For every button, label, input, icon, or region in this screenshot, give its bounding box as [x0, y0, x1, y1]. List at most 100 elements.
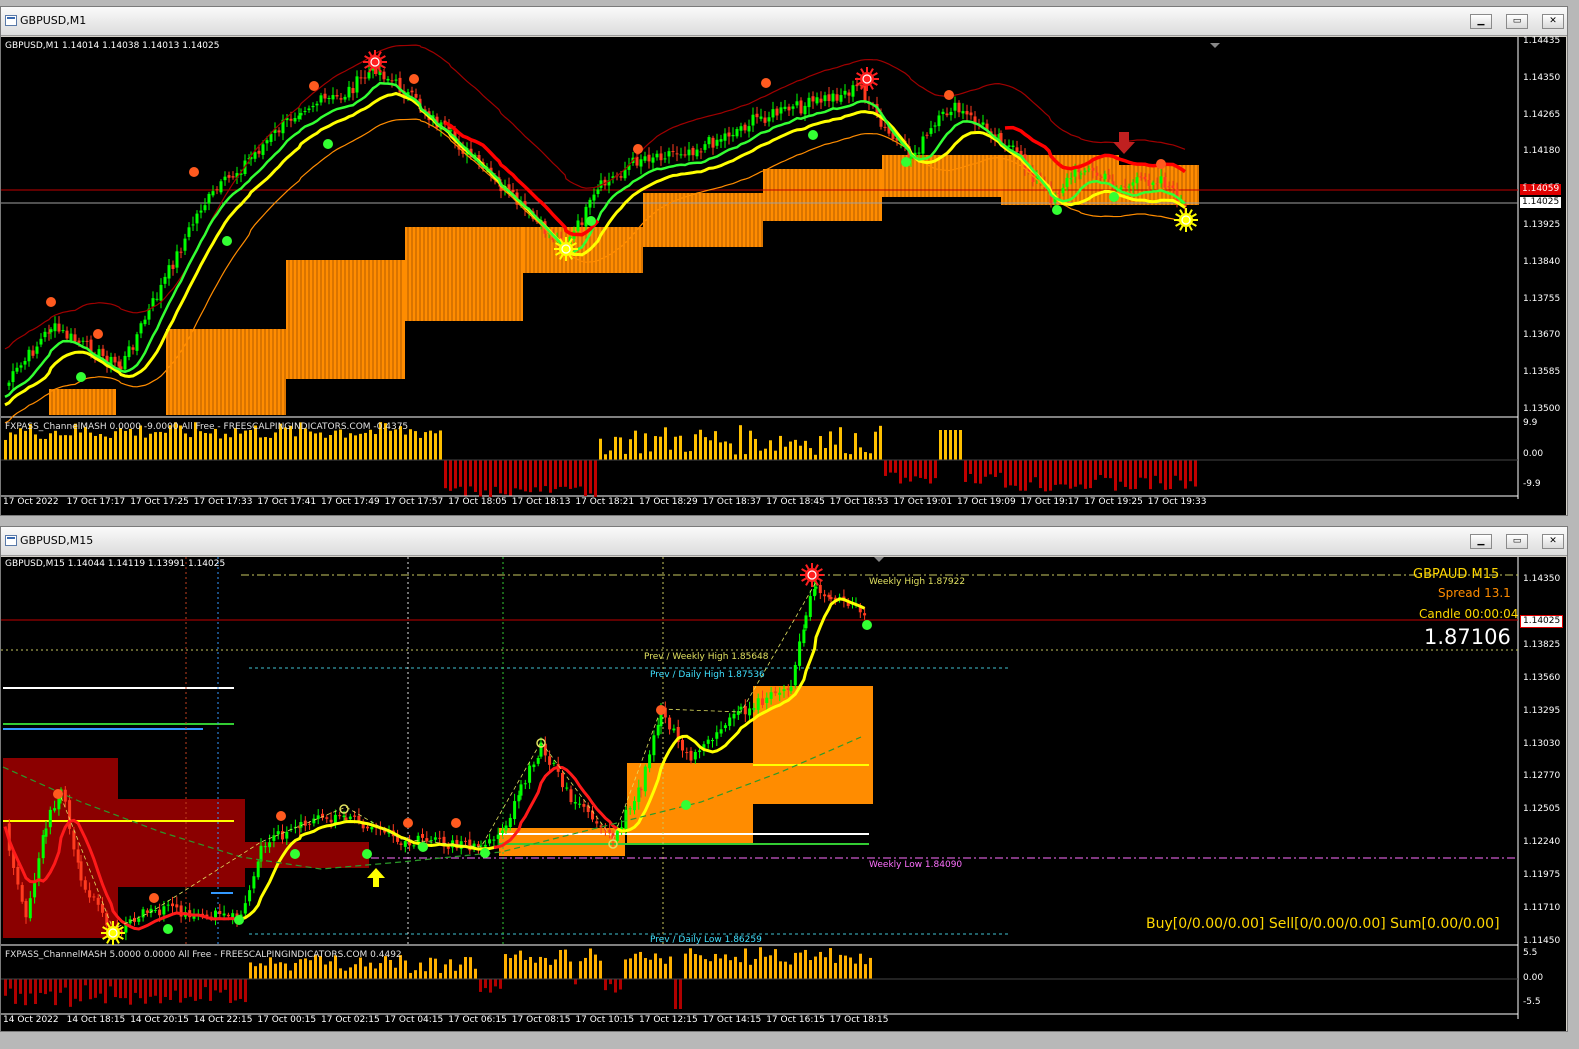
indicator-bar — [654, 436, 657, 460]
candle — [120, 930, 124, 932]
indicator-bar — [489, 460, 492, 497]
candle — [687, 149, 691, 156]
close-button[interactable]: ✕ — [1542, 534, 1564, 549]
time-axis-label: 17 Oct 18:13 — [511, 497, 571, 507]
candle — [299, 112, 303, 116]
candle — [949, 111, 953, 116]
time-axis-label: 17 Oct 18:29 — [639, 497, 698, 507]
indicator-bar — [844, 453, 847, 460]
indicator-bar — [1114, 460, 1117, 491]
indicator-bar — [64, 435, 67, 460]
indicator-bar — [1184, 460, 1187, 489]
indicator-bar — [549, 460, 552, 493]
swing-high-dot — [309, 81, 319, 91]
price-chart-m15[interactable]: GBPUSD,M15 1.14044 1.14119 1.13991 1.140… — [1, 557, 1566, 1031]
candle — [57, 323, 61, 332]
time-axis-label: 17 Oct 14:15 — [702, 1015, 762, 1025]
indicator-bar — [249, 962, 252, 979]
candle — [162, 906, 166, 915]
price-chart-m1[interactable]: GBPUSD,M1 1.14014 1.14038 1.14013 1.1402… — [1, 36, 1566, 515]
candle — [1139, 176, 1143, 178]
indicator-bar — [814, 956, 817, 979]
candle — [253, 152, 257, 159]
chart-window-m15[interactable]: GBPUSD,M15 ▁ ▭ ✕ GBPUSD,M15 1.14044 1.14… — [0, 526, 1568, 1032]
indicator-bar — [464, 460, 467, 496]
sell-arrow-icon — [1113, 132, 1135, 154]
swing-high-dot — [451, 818, 461, 828]
indicator-bar — [884, 460, 887, 476]
indicator-bar — [789, 964, 792, 979]
indicator-bar — [259, 963, 262, 979]
indicator-bar — [49, 433, 52, 460]
indicator-bar — [84, 979, 87, 986]
candle — [131, 347, 135, 350]
indicator-bar — [579, 961, 582, 979]
indicator-bar — [164, 979, 167, 997]
swing-low-dot — [586, 216, 596, 226]
swing-high-dot — [761, 78, 771, 88]
price-tag-red: 1.14059 — [1520, 184, 1562, 195]
indicator-bar — [129, 979, 132, 1005]
window-titlebar[interactable]: GBPUSD,M1 ▁ ▭ ✕ — [1, 7, 1567, 36]
minimize-button[interactable]: ▁ — [1470, 534, 1492, 549]
indicator-bar — [159, 979, 162, 1004]
price-axis-label: 1.13670 — [1523, 330, 1561, 341]
candle — [829, 597, 833, 600]
indicator-bar — [1149, 460, 1152, 490]
candle — [327, 98, 331, 100]
indicator-bar — [369, 429, 372, 460]
candle — [765, 697, 769, 704]
indicator-bar — [644, 958, 647, 979]
candle — [703, 144, 707, 150]
restore-button[interactable]: ▭ — [1506, 14, 1528, 29]
candle — [348, 816, 352, 820]
time-axis-label: 17 Oct 02:15 — [321, 1015, 380, 1025]
chart-window-m1[interactable]: GBPUSD,M1 ▁ ▭ ✕ GBPUSD,M1 1.14014 1.1403… — [0, 6, 1568, 516]
indicator-bar — [144, 437, 147, 460]
time-axis-label: 17 Oct 18:05 — [448, 497, 507, 507]
indicator-bar — [704, 437, 707, 460]
indicator-bar — [529, 460, 532, 493]
candle — [811, 96, 815, 102]
candle — [492, 839, 496, 841]
indicator-bar — [589, 948, 592, 979]
candle — [808, 596, 812, 617]
indicator-bar — [674, 436, 677, 460]
indicator-bar — [619, 979, 622, 990]
window-titlebar[interactable]: GBPUSD,M15 ▁ ▭ ✕ — [1, 527, 1567, 556]
time-axis-label: 17 Oct 04:15 — [384, 1015, 444, 1025]
candle — [580, 222, 584, 225]
restore-button[interactable]: ▭ — [1506, 534, 1528, 549]
candle — [312, 818, 316, 824]
candle — [359, 77, 363, 79]
close-button[interactable]: ✕ — [1542, 14, 1564, 29]
candle — [53, 808, 57, 811]
candle — [353, 815, 357, 817]
indicator-bar — [669, 449, 672, 460]
indicator-bar — [1094, 460, 1097, 480]
candle — [945, 113, 949, 116]
indicator-bar — [1104, 460, 1107, 478]
cloud-block — [643, 193, 763, 247]
candle — [464, 840, 467, 842]
candle — [153, 910, 157, 912]
candle — [163, 276, 167, 284]
indicator-bar — [429, 430, 432, 460]
indicator-bar — [444, 964, 447, 979]
indicator-bar — [179, 979, 182, 1003]
candle — [715, 732, 719, 739]
candle — [802, 629, 806, 644]
indicator-bar — [469, 460, 472, 487]
indicator-bar — [264, 965, 267, 979]
indicator-bar — [29, 979, 32, 994]
price-axis-label: 1.12770 — [1523, 771, 1561, 782]
indicator-bar — [519, 950, 522, 979]
candle — [695, 149, 699, 157]
swing-low-dot — [901, 157, 911, 167]
indicator-bar — [459, 964, 462, 979]
candle — [263, 846, 267, 848]
indicator-bar — [424, 971, 427, 979]
indicator-bar — [764, 448, 767, 460]
minimize-button[interactable]: ▁ — [1470, 14, 1492, 29]
indicator-bar — [359, 957, 362, 979]
